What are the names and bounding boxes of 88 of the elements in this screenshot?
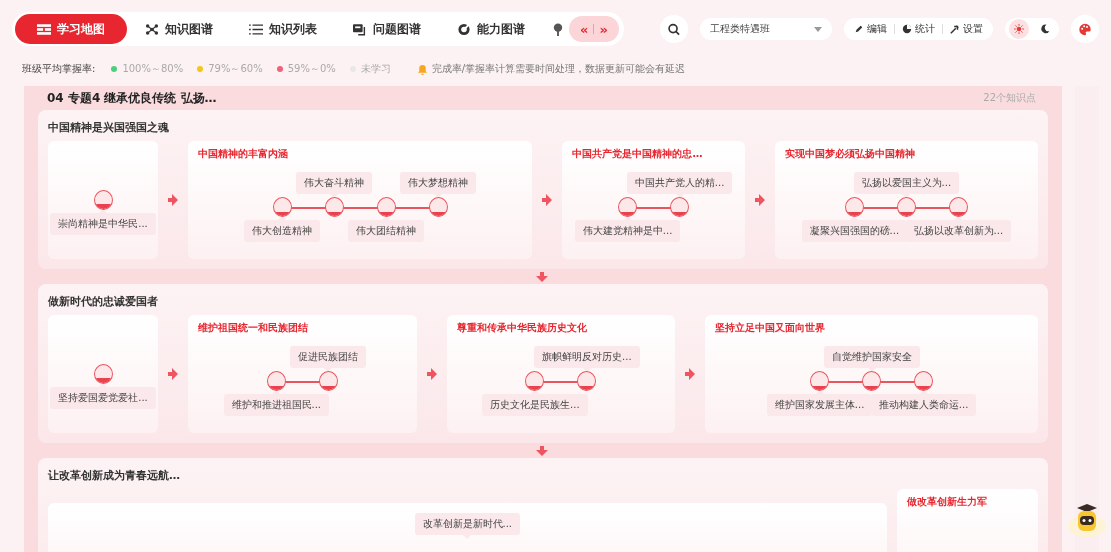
- search-button[interactable]: [660, 15, 688, 43]
- theme-toggle[interactable]: [1009, 19, 1029, 39]
- mastery-node[interactable]: [948, 197, 968, 217]
- node-label[interactable]: 历史文化是民族生...: [482, 394, 588, 416]
- pen-icon: [854, 24, 864, 34]
- group-title: 尊重和传承中华民族历史文化: [456, 321, 588, 335]
- group-title: 中国精神的丰富内涵: [198, 147, 289, 161]
- class-select[interactable]: 工程类特遇班: [700, 18, 832, 40]
- mastery-node[interactable]: [914, 371, 934, 391]
- node-label[interactable]: 坚持爱国爱党爱社...: [50, 387, 156, 409]
- legend-text: 未学习: [360, 62, 391, 76]
- toolbar-button[interactable]: 设置: [948, 22, 985, 36]
- down-arrow-icon: [536, 446, 548, 456]
- node-label[interactable]: 凝聚兴国强国的磅...: [801, 220, 908, 242]
- right-arrow-icon: [754, 194, 765, 206]
- node-label[interactable]: 维护国家发展主体...: [766, 394, 873, 416]
- toolbar-button[interactable]: 统计: [900, 22, 937, 36]
- node-label[interactable]: 维护和推进祖国民...: [223, 394, 330, 416]
- nav-tab[interactable]: 学习地图: [15, 14, 127, 44]
- mastery-node[interactable]: [896, 197, 916, 217]
- node-label[interactable]: 促进民族团结: [290, 346, 367, 368]
- mastery-node[interactable]: [844, 197, 864, 217]
- section-title: 做新时代的忠诚爱国者: [48, 294, 159, 309]
- mastery-node[interactable]: [577, 371, 597, 391]
- node-label[interactable]: 伟大建党精神是中...: [574, 220, 681, 242]
- mastery-node[interactable]: [93, 364, 113, 384]
- mastery-node[interactable]: [376, 197, 396, 217]
- node-label[interactable]: 推动构建人类命运...: [870, 394, 977, 416]
- group-title: 维护祖国统一和民族团结: [198, 321, 309, 335]
- down-arrow-icon: [536, 272, 548, 282]
- mastery-node[interactable]: [272, 197, 292, 217]
- node-label[interactable]: 中国共产党人的精...: [626, 172, 733, 194]
- nav-tab[interactable]: 问题图谱: [335, 14, 439, 44]
- legend-text: 79%～60%: [208, 62, 263, 76]
- group-title: 实现中国梦必须弘扬中国精神: [784, 147, 916, 161]
- right-arrow-icon: [542, 194, 553, 206]
- nav-tab[interactable]: 知识列表: [231, 14, 335, 44]
- topic-title: 04 专题4 继承优良传统 弘扬…: [47, 89, 217, 107]
- legend-text: 59%～0%: [287, 62, 336, 76]
- right-arrow-icon: [685, 368, 696, 380]
- mastery-node[interactable]: [862, 371, 882, 391]
- map-icon: [37, 22, 51, 36]
- node-label[interactable]: 弘扬以改革创新为...: [905, 220, 1012, 242]
- pie-chart-icon: [902, 24, 912, 34]
- mastery-node[interactable]: [266, 371, 286, 391]
- group-title: 坚持立足中国又面向世界: [715, 321, 827, 335]
- node-label[interactable]: 伟大梦想精神: [400, 172, 477, 194]
- legend-label: 班级平均掌握率:: [22, 62, 96, 76]
- mastery-node[interactable]: [810, 371, 830, 391]
- mastery-node[interactable]: [324, 197, 344, 217]
- palette-button[interactable]: [1071, 15, 1099, 43]
- node-label[interactable]: 伟大团结精神: [348, 220, 425, 242]
- mastery-node[interactable]: [93, 190, 113, 210]
- sun-icon: [1014, 24, 1024, 34]
- list-icon: [249, 22, 263, 36]
- node-label[interactable]: 旗帜鲜明反对历史...: [534, 346, 640, 368]
- node-label[interactable]: 伟大奋斗精神: [296, 172, 373, 194]
- bell-icon: [416, 63, 428, 75]
- board-icon: [353, 22, 367, 36]
- search-icon: [667, 22, 681, 36]
- moon-icon: [1040, 24, 1050, 34]
- mastery-node[interactable]: [618, 197, 638, 217]
- node-label[interactable]: 伟大创造精神: [244, 220, 321, 242]
- right-arrow-icon: [426, 368, 437, 380]
- mastery-node[interactable]: [318, 371, 338, 391]
- node-label[interactable]: 崇尚精神是中华民...: [50, 213, 156, 235]
- section-title: 让改革创新成为青春远航…: [48, 468, 181, 483]
- robot-mascot-icon[interactable]: [1067, 502, 1107, 538]
- palette-icon: [1078, 22, 1092, 36]
- node-label[interactable]: 自觉维护国家安全: [823, 346, 920, 368]
- toolbar-button[interactable]: 编辑: [852, 22, 889, 36]
- mastery-node[interactable]: [670, 197, 690, 217]
- nav-tab[interactable]: 知识图谱: [127, 14, 231, 44]
- right-arrow-icon: [168, 368, 178, 380]
- gauge-icon: [457, 22, 471, 36]
- group-title: 做改革创新生力军: [906, 495, 988, 509]
- legend-text: 100%～80%: [122, 62, 184, 76]
- node-label[interactable]: 弘扬以爱国主义为...: [853, 172, 960, 194]
- caret-icon: [814, 26, 822, 32]
- graph-icon: [145, 22, 159, 36]
- right-arrow-icon: [168, 194, 178, 206]
- notice-text: 完成率/掌握率计算需要时间处理，数据更新可能会有延迟: [431, 62, 686, 76]
- mastery-node[interactable]: [428, 197, 448, 217]
- nav-tab[interactable]: 能力图谱: [439, 14, 543, 44]
- group-title: 中国共产党是中国精神的忠…: [572, 147, 704, 161]
- knowledge-count: 22个知识点: [983, 91, 1036, 105]
- mastery-node[interactable]: [525, 371, 545, 391]
- section-title: 中国精神是兴国强国之魂: [48, 120, 170, 135]
